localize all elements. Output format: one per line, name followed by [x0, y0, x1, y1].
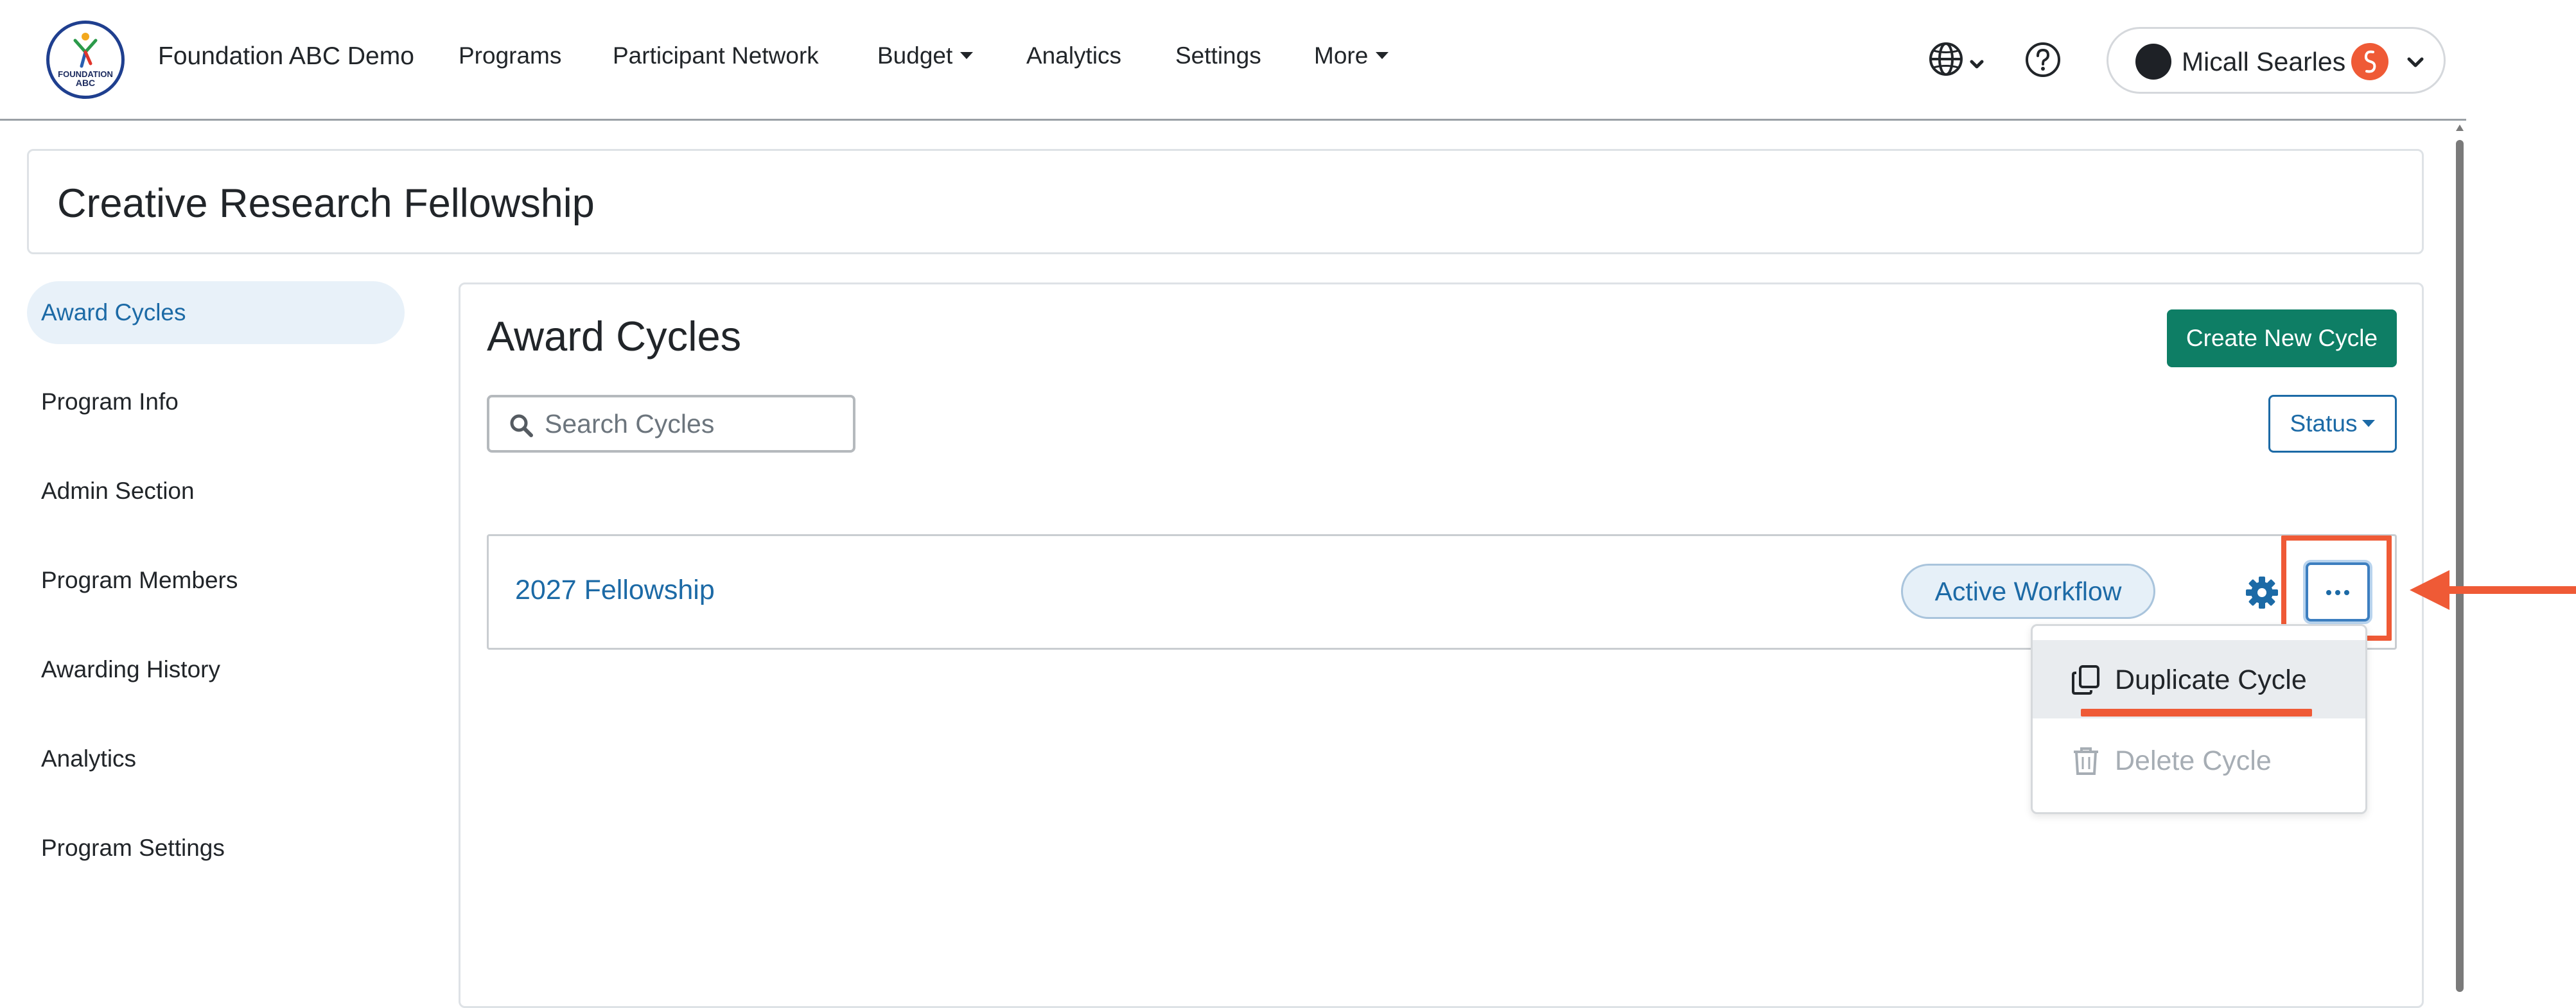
top-navbar: FOUNDATION ABC Foundation ABC Demo Progr… [0, 0, 2466, 121]
search-icon [510, 414, 533, 437]
cycle-name-link[interactable]: 2027 Fellowship [515, 575, 715, 606]
sidebar-item-label: Awarding History [41, 656, 220, 682]
sidebar-item-program-info[interactable]: Program Info [27, 370, 405, 433]
caret-down-icon [960, 52, 974, 59]
nav-item-label: Programs [459, 42, 562, 69]
create-new-cycle-button[interactable]: Create New Cycle [2167, 309, 2397, 367]
nav-item-label: Participant Network [613, 42, 819, 69]
gear-icon [2246, 577, 2278, 609]
user-menu[interactable]: Micall Searles [2107, 27, 2446, 94]
sidebar-item-label: Program Members [41, 567, 238, 593]
scrollbar-thumb[interactable] [2456, 140, 2464, 992]
chevron-down-icon [2407, 57, 2424, 67]
menu-item-delete-cycle[interactable]: Delete Cycle [2033, 721, 2365, 799]
nav-item-label: Settings [1175, 42, 1261, 69]
sidebar-item-label: Analytics [41, 745, 137, 772]
scroll-up-arrow-icon[interactable] [2456, 125, 2464, 131]
sidebar-item-awarding-history[interactable]: Awarding History [27, 638, 405, 701]
status-filter-button[interactable]: Status [2268, 395, 2397, 453]
menu-item-duplicate-cycle[interactable]: Duplicate Cycle [2033, 640, 2365, 718]
status-filter-label: Status [2290, 410, 2358, 437]
annotation-underline [2081, 709, 2312, 717]
brand-name[interactable]: Foundation ABC Demo [158, 42, 414, 71]
search-input[interactable] [545, 404, 846, 444]
sidebar-item-label: Admin Section [41, 478, 195, 504]
nav-item-analytics[interactable]: Analytics [1026, 42, 1121, 69]
trash-icon [2074, 747, 2098, 775]
logo-text-line2: ABC [75, 78, 96, 88]
avatar [2135, 44, 2171, 80]
annotation-arrow-icon [2410, 570, 2576, 610]
cycle-actions-menu: Duplicate Cycle Delete Cycle [2031, 624, 2367, 814]
caret-down-icon [1376, 52, 1389, 59]
nav-item-settings[interactable]: Settings [1175, 42, 1261, 69]
foundation-logo[interactable]: FOUNDATION ABC [46, 21, 125, 99]
page-title: Creative Research Fellowship [57, 181, 595, 226]
question-circle-icon [2026, 42, 2060, 77]
sidebar-item-analytics[interactable]: Analytics [27, 727, 405, 790]
nav-item-more[interactable]: More [1314, 42, 1389, 69]
caret-down-icon [2362, 420, 2376, 427]
sidebar-item-award-cycles[interactable]: Award Cycles [27, 281, 405, 344]
user-badge-icon [2351, 43, 2388, 80]
sidebar-item-program-settings[interactable]: Program Settings [27, 817, 405, 880]
nav-item-label: More [1314, 42, 1369, 69]
menu-item-label: Duplicate Cycle [2115, 665, 2307, 695]
copy-icon [2072, 665, 2099, 695]
nav-item-programs[interactable]: Programs [459, 42, 561, 69]
section-title: Award Cycles [487, 313, 742, 360]
program-title-card: Creative Research Fellowship [27, 149, 2424, 254]
nav-item-label: Budget [877, 42, 953, 69]
sidebar-item-admin-section[interactable]: Admin Section [27, 460, 405, 523]
menu-item-label: Delete Cycle [2115, 745, 2272, 776]
nav-item-label: Analytics [1026, 42, 1122, 69]
help-button[interactable] [2024, 41, 2062, 78]
sidebar-item-label: Program Settings [41, 835, 225, 861]
sidebar-item-program-members[interactable]: Program Members [27, 549, 405, 612]
cycle-settings-button[interactable] [2244, 575, 2280, 611]
nav-item-participant-network[interactable]: Participant Network [613, 42, 819, 69]
user-name: Micall Searles [2182, 47, 2346, 76]
nav-item-budget[interactable]: Budget [877, 42, 974, 69]
status-badge: Active Workflow [1901, 564, 2155, 619]
language-selector[interactable] [1927, 40, 1991, 81]
sidebar-item-label: Program Info [41, 388, 179, 415]
globe-icon [1929, 42, 1984, 76]
sidebar-item-label: Award Cycles [41, 299, 186, 326]
search-box [487, 395, 855, 453]
